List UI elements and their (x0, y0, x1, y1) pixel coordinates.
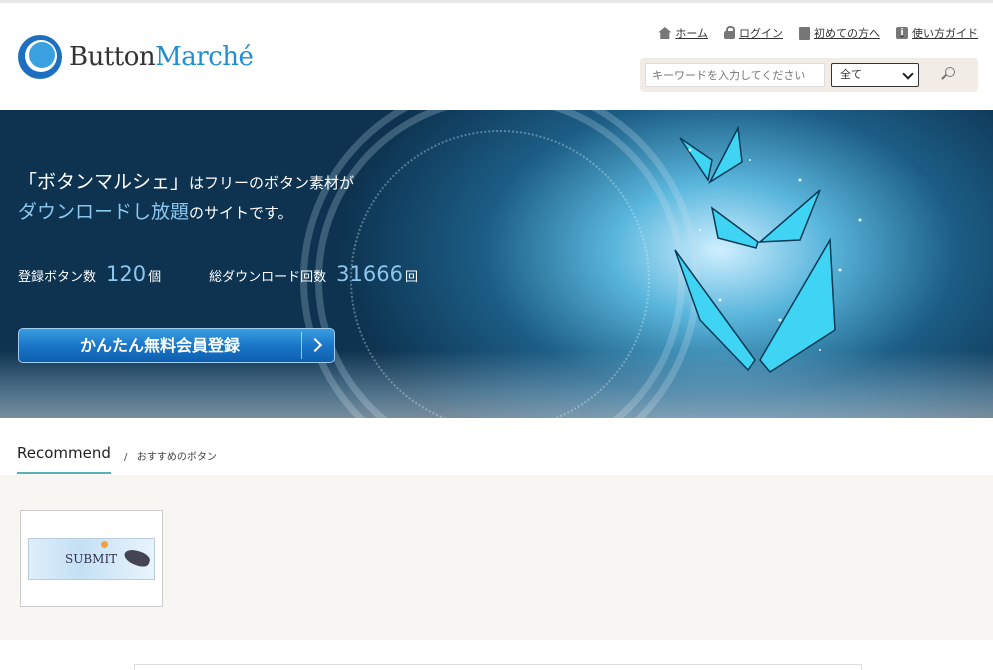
site-logo[interactable]: ButtonMarché (18, 35, 254, 79)
nav-first-time-link[interactable]: 初めての方へ (799, 25, 880, 41)
hero-banner: 「ボタンマルシェ」はフリーのボタン素材が ダウンロードし放題のサイトです。 登録… (0, 110, 993, 418)
category-select[interactable]: 全て (831, 63, 919, 87)
next-section-box (134, 664, 862, 670)
info-icon: i (896, 27, 908, 39)
nav-home-link[interactable]: ホーム (658, 25, 708, 41)
book-icon (799, 26, 810, 40)
buttons-count-label: 登録ボタン数 (18, 270, 97, 285)
search-button[interactable] (938, 66, 960, 86)
downloads-count-value: 31666 (336, 262, 403, 286)
search-input[interactable] (645, 63, 825, 87)
logo-text: ButtonMarché (69, 42, 254, 72)
free-signup-button[interactable]: かんたん無料会員登録 (18, 328, 335, 363)
recommend-list: SUBMIT (0, 475, 993, 640)
recommend-title: Recommend (17, 444, 111, 474)
fish-icon (122, 546, 152, 570)
lock-icon (724, 26, 735, 39)
submit-button-preview: SUBMIT (28, 538, 155, 580)
buttons-count-value: 120 (106, 262, 147, 286)
hero-headline-1: 「ボタンマルシェ」はフリーのボタン素材が (18, 171, 355, 193)
nav-login-link[interactable]: ログイン (724, 25, 783, 41)
downloads-count-unit: 回 (404, 270, 418, 285)
home-icon (658, 27, 672, 39)
top-nav: ホーム ログイン 初めての方へ i 使い方ガイド (658, 25, 978, 41)
buttons-count-unit: 個 (148, 270, 162, 285)
nav-guide-link[interactable]: i 使い方ガイド (896, 25, 978, 41)
chevron-down-icon (902, 68, 914, 80)
search-bar: 全て (640, 58, 978, 92)
recommend-header: Recommend / おすすめのボタン (0, 418, 993, 475)
recommend-subtitle: / おすすめのボタン (124, 452, 217, 463)
butterflies-illustration (674, 125, 862, 373)
chevron-right-icon (307, 337, 323, 353)
site-header: ButtonMarché ホーム ログイン 初めての方へ i 使い方ガイド 全て (0, 3, 993, 110)
logo-mark-icon (18, 35, 62, 79)
downloads-count-label: 総ダウンロード回数 (209, 270, 327, 285)
hero-headline-2: ダウンロードし放題のサイトです。 (18, 201, 293, 223)
site-stats: 登録ボタン数 120 個 総ダウンロード回数 31666 回 (18, 262, 418, 286)
button-thumbnail[interactable]: SUBMIT (20, 510, 163, 607)
